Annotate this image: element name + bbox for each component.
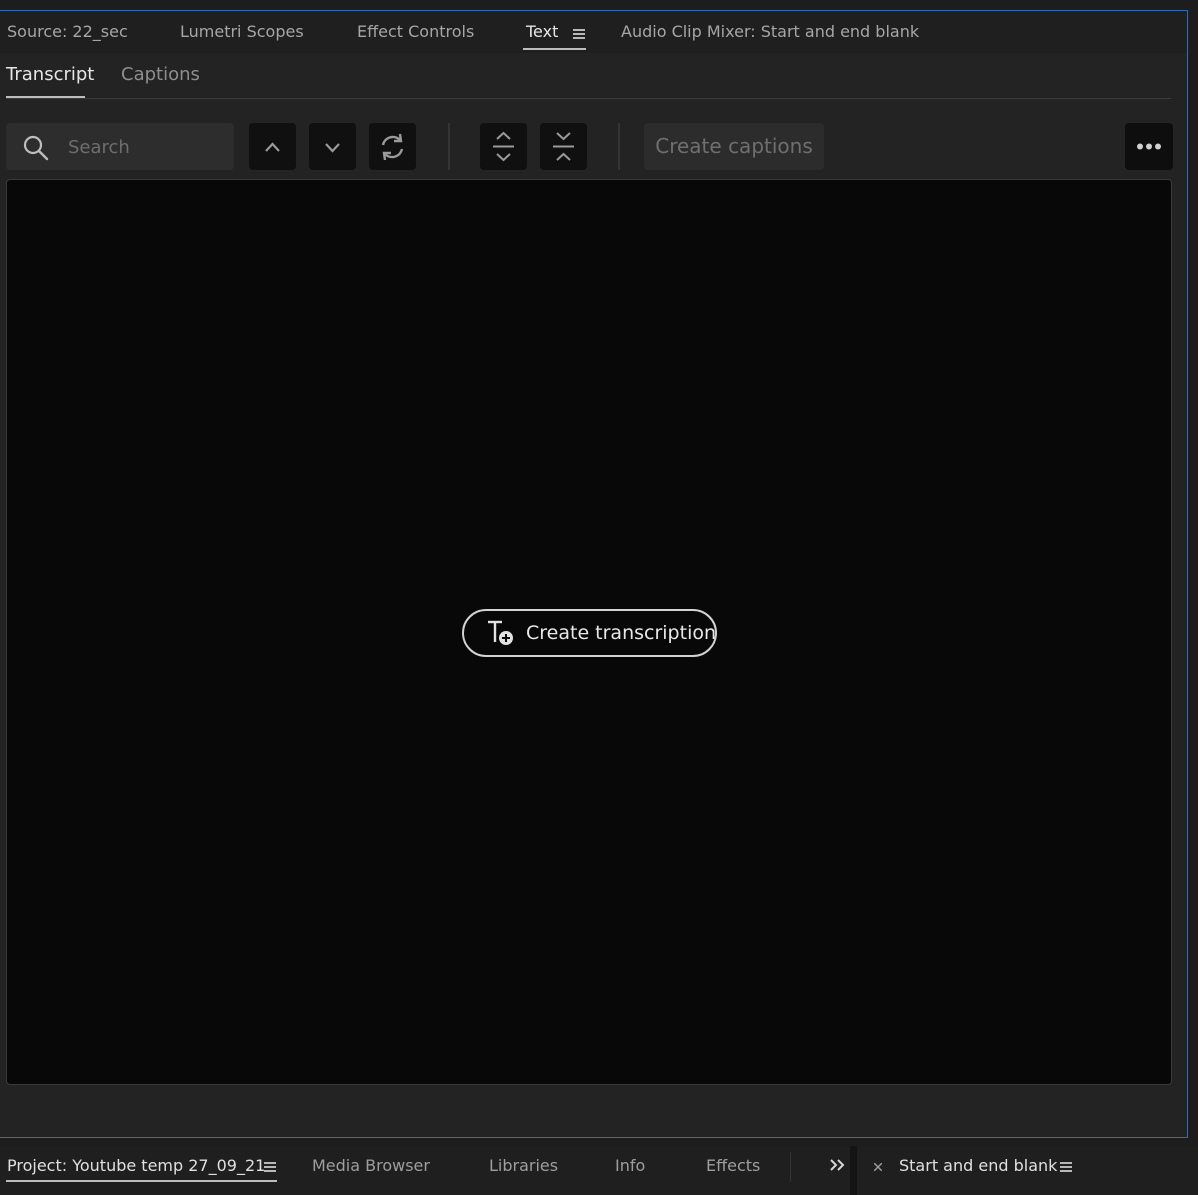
create-transcription-label: Create transcription [526, 622, 717, 644]
search-input[interactable] [66, 123, 230, 172]
tab-effects[interactable]: Effects [706, 1146, 760, 1186]
chevron-up-icon [265, 142, 280, 152]
transcript-area: Create transcription [6, 179, 1172, 1085]
tab-sequence[interactable]: Start and end blank [899, 1146, 1057, 1186]
overflow-chevrons-icon[interactable] [829, 1158, 847, 1172]
close-icon[interactable] [874, 1163, 882, 1171]
collapse-icon [553, 132, 574, 161]
tab-info[interactable]: Info [615, 1146, 645, 1186]
more-icon [1137, 143, 1161, 150]
text-panel: Source: 22_sec Lumetri Scopes Effect Con… [0, 10, 1188, 1138]
expand-all-button[interactable] [480, 123, 527, 170]
tab-audio-clip-mixer[interactable]: Audio Clip Mixer: Start and end blank [621, 11, 919, 53]
refresh-icon [381, 133, 404, 161]
toolbar-separator [618, 123, 620, 170]
toolbar-separator [448, 123, 450, 170]
expand-icon [493, 131, 514, 162]
sequence-menu-icon[interactable] [1060, 1162, 1072, 1172]
search-box[interactable] [6, 123, 234, 172]
create-captions-button[interactable]: Create captions [644, 123, 824, 170]
panel-menu-icon[interactable] [573, 29, 585, 39]
next-result-button[interactable] [309, 123, 356, 170]
tab-separator [790, 1152, 791, 1182]
panel-tab-bar: Source: 22_sec Lumetri Scopes Effect Con… [0, 11, 1187, 53]
tab-lumetri-scopes[interactable]: Lumetri Scopes [180, 11, 304, 53]
sub-tab-bar: Transcript Captions [0, 53, 1187, 99]
timeline-tab-bar: Start and end blank [857, 1146, 1198, 1195]
search-icon [23, 135, 49, 161]
tab-captions[interactable]: Captions [121, 53, 200, 97]
tab-libraries[interactable]: Libraries [489, 1146, 558, 1186]
active-tab-underline [523, 48, 586, 50]
tab-media-browser[interactable]: Media Browser [312, 1146, 430, 1186]
project-panel-menu-icon[interactable] [264, 1162, 276, 1172]
panel-divider [850, 1146, 857, 1195]
create-transcription-button[interactable]: Create transcription [462, 609, 717, 657]
collapse-all-button[interactable] [540, 123, 587, 170]
chevron-down-icon [325, 143, 340, 153]
tab-effect-controls[interactable]: Effect Controls [357, 11, 474, 53]
subtab-divider [6, 98, 1171, 99]
refresh-button[interactable] [369, 123, 416, 170]
bottom-panel-tab-bar: Project: Youtube temp 27_09_21 Media Bro… [0, 1146, 1198, 1195]
active-bottom-tab-underline [6, 1180, 277, 1182]
previous-result-button[interactable] [249, 123, 296, 170]
text-add-icon [488, 620, 513, 645]
tab-source[interactable]: Source: 22_sec [7, 11, 128, 53]
tab-text[interactable]: Text [526, 11, 558, 53]
more-options-button[interactable] [1125, 123, 1173, 170]
tab-transcript[interactable]: Transcript [6, 53, 94, 97]
